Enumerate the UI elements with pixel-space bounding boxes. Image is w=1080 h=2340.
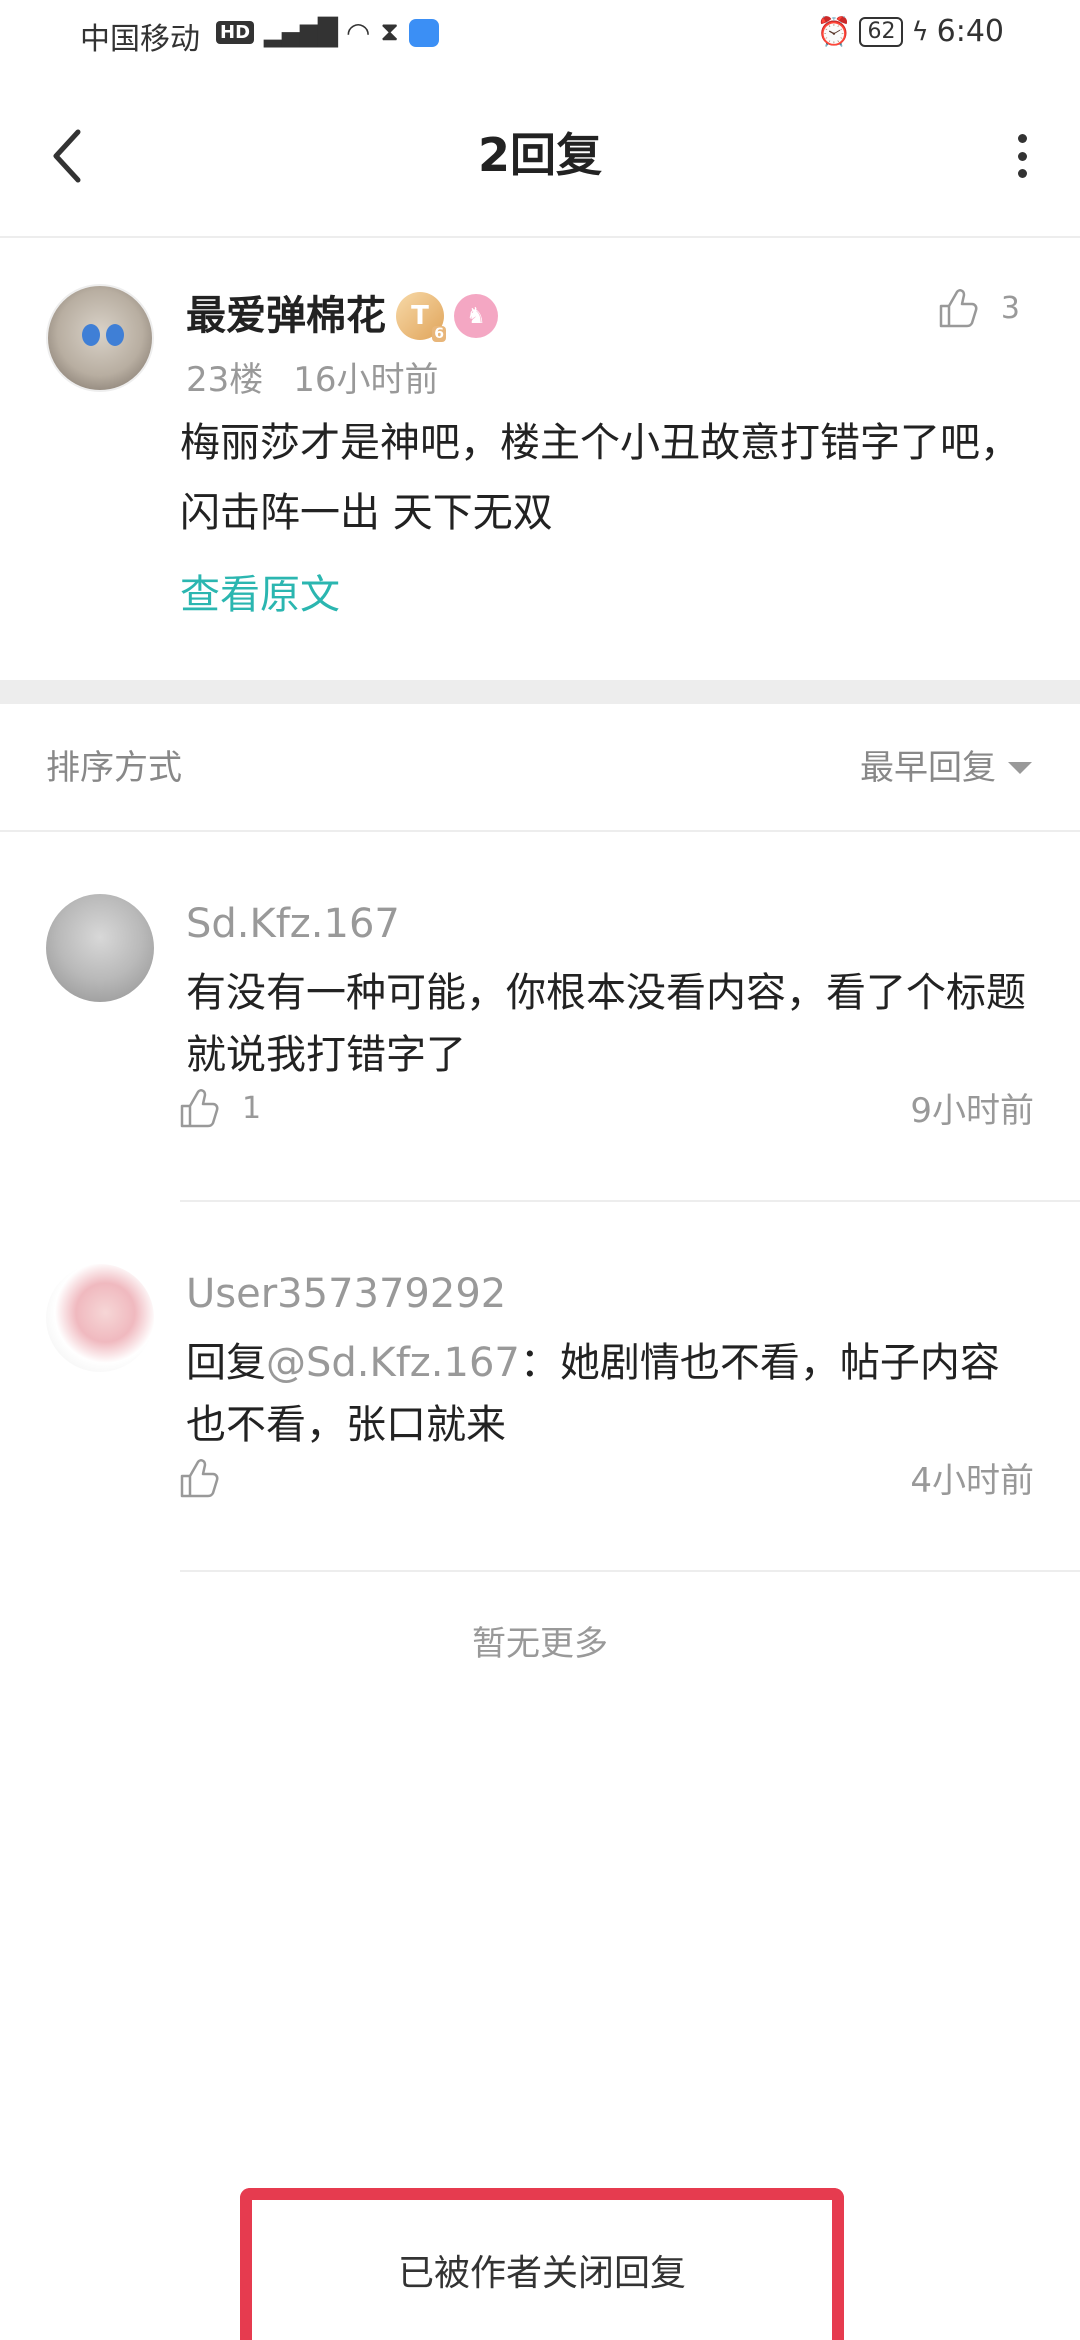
reply-prefix: 回复 bbox=[186, 1340, 266, 1386]
hourglass-icon: ⧗ bbox=[380, 17, 399, 47]
reply-like-button[interactable]: 1 bbox=[176, 1086, 261, 1130]
list-item: User357379292 回复@Sd.Kfz.167：她剧情也不看，帖子内容也… bbox=[0, 1202, 1080, 1572]
more-dot-icon bbox=[1017, 134, 1027, 143]
avatar[interactable] bbox=[46, 284, 154, 392]
battery-icon: 62 bbox=[859, 16, 904, 47]
reply-like-count: 1 bbox=[242, 1090, 262, 1126]
thumbs-up-icon bbox=[939, 289, 978, 328]
thumbs-up-icon bbox=[180, 1459, 219, 1498]
floor-number: 23楼 bbox=[186, 360, 264, 400]
signal-icon: ▂▄▆█ bbox=[264, 17, 338, 48]
status-icons: HD ▂▄▆█ ◠ ⧗ bbox=[216, 16, 439, 49]
level-badge-letter: T bbox=[411, 301, 429, 331]
charging-icon: ϟ bbox=[911, 16, 929, 47]
sort-dropdown[interactable]: 最早回复 bbox=[860, 738, 1032, 798]
section-divider bbox=[0, 680, 1080, 704]
reply-username[interactable]: Sd.Kfz.167 bbox=[186, 894, 400, 954]
carrier-label: 中国移动 bbox=[80, 22, 200, 57]
avatar[interactable] bbox=[46, 894, 154, 1002]
member-badge-icon: ♞ bbox=[454, 294, 498, 338]
divider bbox=[180, 1570, 1080, 1572]
reply-like-button[interactable] bbox=[176, 1456, 242, 1500]
closed-reply-text: 已被作者关闭回复 bbox=[397, 2253, 686, 2294]
more-options-button[interactable] bbox=[1002, 126, 1042, 186]
clock-time: 6:40 bbox=[936, 14, 1004, 49]
reply-detail-page: 中国移动 HD ▂▄▆█ ◠ ⧗ ⏰ 62 ϟ 6:40 2回复 最爱弹棉花 T… bbox=[0, 0, 1080, 2340]
post-user-row: 最爱弹棉花 T 6 ♞ bbox=[186, 286, 498, 346]
view-original-link[interactable]: 查看原文 bbox=[180, 560, 340, 630]
more-dot-icon bbox=[1017, 151, 1027, 161]
post-text: 梅丽莎才是神吧，楼主个小丑故意打错字了吧，闪击阵一出 天下无双 bbox=[180, 420, 1020, 536]
no-more-label: 暂无更多 bbox=[472, 1624, 608, 1664]
thumbs-up-icon bbox=[180, 1089, 219, 1128]
caret-down-icon bbox=[1008, 762, 1032, 774]
page-title: 2回复 bbox=[477, 128, 602, 182]
reply-time: 9小时前 bbox=[910, 1091, 1034, 1131]
avatar-eye bbox=[106, 324, 124, 346]
post-username[interactable]: 最爱弹棉花 bbox=[186, 286, 386, 346]
closed-reply-bar: 已被作者关闭回复 bbox=[240, 2188, 844, 2340]
reply-username[interactable]: User357379292 bbox=[186, 1264, 506, 1324]
reply-time: 4小时前 bbox=[910, 1461, 1034, 1501]
wifi-icon: ◠ bbox=[346, 16, 371, 49]
avatar[interactable] bbox=[46, 1264, 154, 1372]
hd-icon: HD bbox=[216, 21, 255, 44]
main-post: 最爱弹棉花 T 6 ♞ 23楼 16小时前 梅丽莎才是神吧，楼主个小丑故意打错字… bbox=[0, 238, 1080, 680]
reply-text: 有没有一种可能，你根本没看内容，看了个标题就说我打错字了 bbox=[186, 970, 1026, 1078]
more-dot-icon bbox=[1017, 169, 1027, 178]
cloud-icon bbox=[408, 18, 439, 47]
sort-label: 排序方式 bbox=[46, 748, 182, 788]
post-meta: 23楼 16小时前 bbox=[186, 352, 439, 401]
status-bar: 中国移动 HD ▂▄▆█ ◠ ⧗ ⏰ 62 ϟ 6:40 bbox=[0, 0, 1080, 72]
level-badge-icon: T 6 bbox=[396, 292, 446, 342]
post-time: 16小时前 bbox=[293, 360, 439, 400]
list-item: Sd.Kfz.167 有没有一种可能，你根本没看内容，看了个标题就说我打错字了 … bbox=[0, 832, 1080, 1202]
mention-link[interactable]: @Sd.Kfz.167 bbox=[266, 1340, 520, 1386]
post-like-button[interactable]: 3 bbox=[935, 286, 1020, 330]
post-like-count: 3 bbox=[1000, 290, 1020, 326]
sort-selected-value: 最早回复 bbox=[860, 748, 996, 788]
header: 2回复 bbox=[0, 72, 1080, 238]
reply-text: 回复@Sd.Kfz.167：她剧情也不看，帖子内容也不看，张口就来 bbox=[186, 1332, 1036, 1456]
level-badge-number: 6 bbox=[432, 326, 446, 342]
alarm-icon: ⏰ bbox=[816, 15, 852, 48]
status-right: ⏰ 62 ϟ 6:40 bbox=[817, 14, 1004, 49]
sort-bar: 排序方式 最早回复 bbox=[0, 704, 1080, 832]
avatar-eye bbox=[82, 324, 100, 346]
